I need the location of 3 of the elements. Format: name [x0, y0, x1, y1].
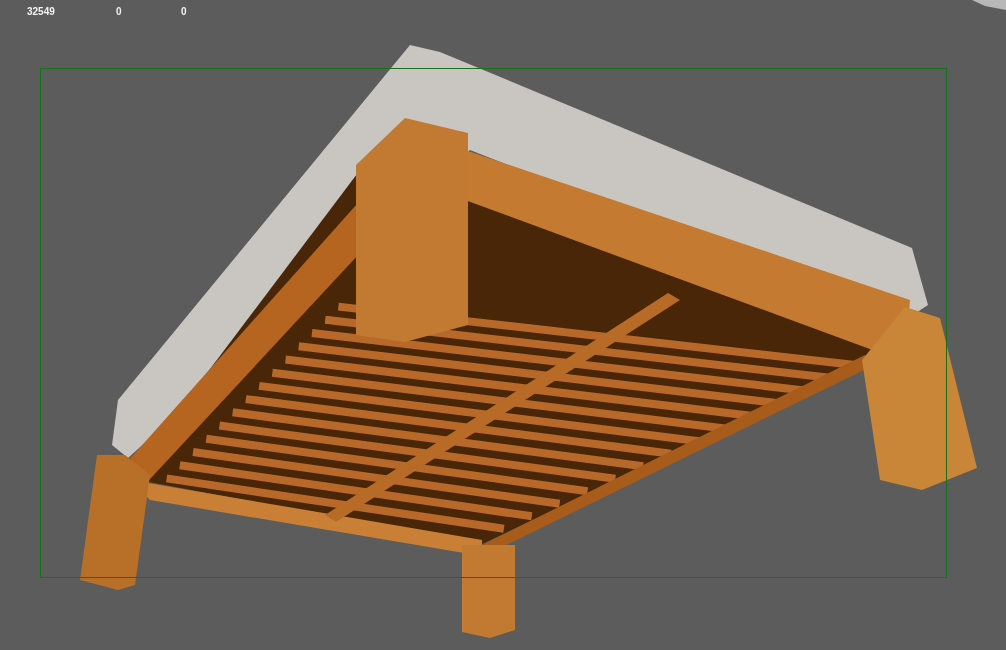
stat-counter: 0: [116, 6, 123, 17]
stat-counter: 0: [181, 6, 187, 17]
stat-counter: 32549: [27, 6, 56, 17]
